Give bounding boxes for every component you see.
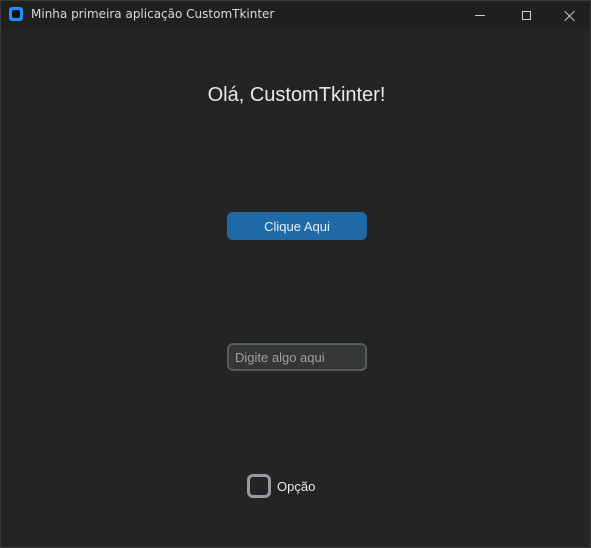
maximize-button[interactable]	[503, 1, 549, 30]
minimize-button[interactable]	[457, 1, 503, 30]
close-button[interactable]	[547, 1, 591, 30]
click-here-button[interactable]: Clique Aqui	[227, 212, 367, 240]
text-entry[interactable]	[227, 343, 367, 371]
app-icon	[9, 7, 23, 21]
minimize-icon	[475, 15, 485, 16]
close-icon	[564, 10, 576, 22]
app-window: Minha primeira aplicação CustomTkinter O…	[0, 0, 591, 548]
checkbox-box[interactable]	[247, 474, 271, 498]
checkbox-label: Opção	[277, 478, 316, 494]
maximize-icon	[521, 11, 531, 20]
greeting-label: Olá, CustomTkinter!	[207, 84, 386, 106]
option-checkbox[interactable]: Opção	[247, 474, 315, 498]
title-bar[interactable]: Minha primeira aplicação CustomTkinter	[1, 1, 590, 30]
window-title: Minha primeira aplicação CustomTkinter	[31, 7, 275, 21]
